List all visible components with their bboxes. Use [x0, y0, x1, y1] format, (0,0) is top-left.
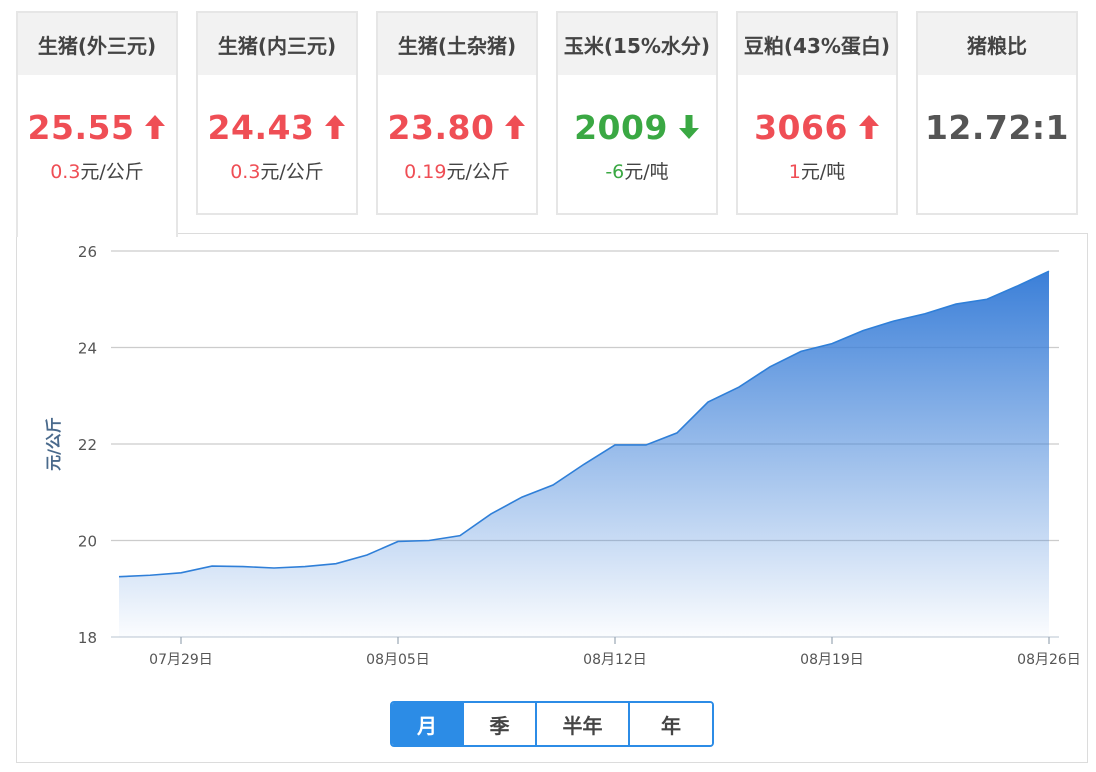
card-unit: 元/公斤	[80, 161, 144, 183]
x-tick-label: 07月29日	[149, 652, 213, 668]
card-title: 生猪(土杂猪)	[378, 13, 536, 75]
price-area-fill	[119, 271, 1049, 637]
up-arrow-icon	[858, 114, 880, 140]
x-tick-label: 08月12日	[583, 652, 647, 668]
card-pig-local[interactable]: 生猪(土杂猪) 23.80 0.19元/公斤	[376, 11, 538, 215]
x-tick-label: 08月19日	[800, 652, 864, 668]
y-tick-label: 26	[78, 243, 97, 261]
tab-year[interactable]: 年	[630, 703, 712, 745]
y-tick-label: 22	[78, 436, 97, 454]
card-unit: 元/吨	[624, 161, 669, 183]
card-unit: 元/吨	[800, 161, 846, 183]
y-tick-label: 24	[78, 340, 97, 358]
card-change: 0.3	[230, 161, 261, 183]
tab-half-year[interactable]: 半年	[537, 703, 630, 745]
card-corn[interactable]: 玉米(15%水分) 2009 -6元/吨	[556, 11, 718, 215]
y-tick-label: 18	[78, 629, 97, 647]
card-title: 生猪(外三元)	[18, 13, 176, 75]
y-tick-label: 20	[78, 533, 97, 551]
x-tick-label: 08月26日	[1017, 652, 1081, 668]
card-price: 25.55	[27, 107, 135, 147]
y-axis-label: 元/公斤	[44, 417, 63, 471]
up-arrow-icon	[144, 114, 166, 140]
card-pig-inner[interactable]: 生猪(内三元) 24.43 0.3元/公斤	[196, 11, 358, 215]
card-unit: 元/公斤	[260, 161, 324, 183]
card-pig-grain-ratio[interactable]: 猪粮比 12.72:1	[916, 11, 1078, 215]
x-tick-label: 08月05日	[366, 652, 430, 668]
up-arrow-icon	[324, 114, 346, 140]
card-title: 豆粕(43%蛋白)	[738, 13, 896, 75]
card-change: 0.3	[50, 161, 81, 183]
card-price: 2009	[574, 107, 668, 147]
tab-quarter[interactable]: 季	[464, 703, 537, 745]
card-title: 生猪(内三元)	[198, 13, 356, 75]
card-price: 23.80	[387, 107, 495, 147]
card-soymeal[interactable]: 豆粕(43%蛋白) 3066 1元/吨	[736, 11, 898, 215]
price-area-chart: 18 20 22 24 26 07月29日 08月05日 08月12日 08月19日 08月26日…	[44, 243, 1081, 668]
up-arrow-icon	[504, 114, 526, 140]
card-pig-outer[interactable]: 生猪(外三元) 25.55 0.3元/公斤	[16, 11, 178, 237]
card-price: 3066	[754, 107, 848, 147]
card-change: 0.19	[404, 161, 447, 183]
card-price: 12.72:1	[924, 107, 1070, 147]
card-price: 24.43	[207, 107, 315, 147]
price-chart-panel: 18 20 22 24 26 07月29日 08月05日 08月12日 08月19日 08月26日…	[16, 233, 1088, 763]
card-title: 猪粮比	[918, 13, 1076, 75]
tab-month[interactable]: 月	[392, 703, 464, 745]
card-change: -6	[605, 161, 625, 183]
down-arrow-icon	[678, 114, 700, 140]
range-tabs: 月 季 半年 年	[390, 701, 714, 747]
card-title: 玉米(15%水分)	[558, 13, 716, 75]
card-change: 1	[788, 161, 801, 183]
card-unit: 元/公斤	[446, 161, 510, 183]
